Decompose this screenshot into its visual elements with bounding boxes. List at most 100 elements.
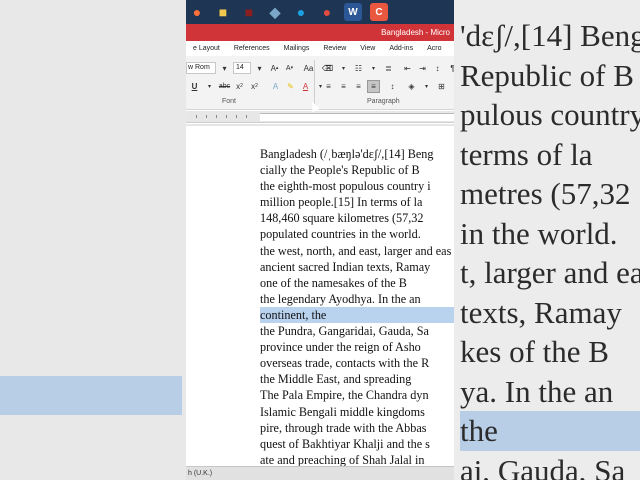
bg-left-line — [0, 178, 182, 218]
increase-indent-icon[interactable]: ⇥ — [416, 62, 429, 75]
bullets-icon[interactable]: ☰ — [322, 62, 335, 75]
chrome-icon[interactable]: ● — [318, 3, 336, 21]
ribbon-separator — [314, 60, 315, 104]
underline-icon[interactable]: U — [188, 80, 201, 93]
tab-e-layout[interactable]: e Layout — [186, 45, 227, 52]
firefox-icon[interactable]: ● — [188, 3, 206, 21]
shading-dropdown-icon[interactable]: ▾ — [420, 80, 433, 93]
shading-icon[interactable]: ◈ — [405, 80, 418, 93]
document-line[interactable]: the west, north, and east, larger and ea… — [260, 243, 454, 259]
document-body[interactable]: Bangladesh (/ˌbæŋlə'dɛʃ/,[14] Beng cially… — [260, 146, 454, 466]
font-row-2: U ▾ abc x2 x2 A ✎ A ▾ — [186, 78, 327, 94]
language-status[interactable]: h (U.K.) — [188, 470, 212, 477]
font-name-dropdown-icon[interactable]: ▾ — [218, 62, 231, 75]
bullets-dropdown-icon[interactable]: ▾ — [337, 62, 350, 75]
sort-icon[interactable]: ↕ — [431, 62, 444, 75]
ruler-tick — [216, 115, 217, 118]
paragraph-row-2: ≡ ≡ ≡ ≡ ↕ ◈ ▾ ⊞ ▾ — [320, 78, 454, 94]
decrease-indent-icon[interactable]: ⇤ — [401, 62, 414, 75]
document-line[interactable]: province under the reign of Asho — [260, 339, 454, 355]
grow-font-icon[interactable]: A ▴ — [268, 62, 281, 75]
ribbon-tabs: e Layout References Mailings Review View Add-… — [186, 41, 454, 56]
tab-view[interactable]: View — [353, 45, 382, 52]
justify-icon[interactable]: ≡ — [367, 79, 380, 93]
ruler-text-area — [260, 113, 454, 121]
numbering-dropdown-icon[interactable]: ▾ — [367, 62, 380, 75]
strikethrough-icon[interactable]: abc — [218, 80, 231, 93]
taskbar: ● ■ ■ ◆ ● ● W C — [186, 0, 454, 24]
bg-left-line — [0, 218, 182, 258]
ruler-tick — [206, 115, 207, 118]
tab-add-ins[interactable]: Add-ins — [382, 45, 420, 52]
document-line[interactable]: the Middle East, and spreading — [260, 371, 454, 387]
pilcrow-icon[interactable]: ¶ — [446, 62, 454, 75]
font-size-dropdown-icon[interactable]: ▾ — [253, 62, 266, 75]
status-bar: h (U.K.) — [186, 466, 454, 480]
document-line[interactable]: ancient sacred Indian texts, Ramay — [260, 259, 454, 275]
subscript-icon[interactable]: x2 — [233, 80, 246, 93]
borders-dropdown-icon[interactable]: ▾ — [450, 80, 454, 93]
ruler-tick — [226, 115, 227, 118]
app-icon[interactable]: ■ — [240, 3, 258, 21]
align-right-icon[interactable]: ≡ — [352, 80, 365, 93]
background-document-right: 'dɛʃ/,[14] Beng Republic of B pulous count… — [454, 0, 640, 480]
edge-icon[interactable]: ● — [292, 3, 310, 21]
numbering-icon[interactable]: ☷ — [352, 62, 365, 75]
document-line[interactable]: The Pala Empire, the Chandra dyn — [260, 387, 454, 403]
bg-right-line: 'dɛʃ/,[14] Beng — [460, 18, 640, 53]
shrink-font-icon[interactable]: A ▾ — [283, 62, 296, 75]
tab-review[interactable]: Review — [316, 45, 353, 52]
document-line[interactable]: 148,460 square kilometres (57,32 — [260, 210, 454, 226]
office-icon[interactable]: C — [370, 3, 388, 21]
document-line[interactable]: quest of Bakhtiyar Khalji and the s — [260, 436, 454, 452]
bg-left-line — [0, 60, 182, 100]
document-line[interactable]: million people.[15] In terms of la — [260, 194, 454, 210]
borders-icon[interactable]: ⊞ — [435, 80, 448, 93]
font-size-box[interactable]: 14 — [233, 62, 251, 74]
font-row-1: w Rom ▾ 14 ▾ A ▴ A ▾ Aa ⌫ — [186, 60, 334, 76]
bg-left-line — [0, 99, 182, 139]
document-line[interactable]: pire, through trade with the Abbas — [260, 420, 454, 436]
superscript-icon[interactable]: x2 — [248, 80, 261, 93]
bg-right-line: Republic of B — [460, 57, 634, 93]
document-line-selected[interactable]: continent, the — [260, 306, 454, 324]
document-line[interactable]: populated countries in the world. — [260, 226, 454, 242]
font-name-box[interactable]: w Rom — [186, 62, 216, 74]
document-line[interactable]: overseas trade, contacts with the R — [260, 355, 454, 371]
paragraph-group-label: Paragraph — [367, 98, 400, 105]
app-icon-2[interactable]: ◆ — [266, 3, 284, 21]
bg-left-line — [0, 257, 182, 297]
tab-references[interactable]: References — [227, 45, 277, 52]
align-center-icon[interactable]: ≡ — [337, 80, 350, 93]
bg-right-line: metres (57,32 — [460, 176, 631, 211]
ribbon: w Rom ▾ 14 ▾ A ▴ A ▾ Aa ⌫ U ▾ abc x2 x2 A … — [186, 56, 454, 110]
highlight-icon[interactable]: ✎ — [284, 80, 297, 93]
bg-right-line: t, larger and eas — [460, 255, 640, 290]
document-line[interactable]: Bangladesh (/ˌbæŋlə'dɛʃ/,[14] Beng — [260, 146, 454, 162]
bg-left-line — [0, 297, 182, 337]
tab-mailings[interactable]: Mailings — [277, 45, 317, 52]
bg-left-line — [0, 139, 182, 179]
align-left-icon[interactable]: ≡ — [322, 80, 335, 93]
ruler-tick — [236, 115, 237, 118]
line-spacing-icon[interactable]: ↕ — [386, 80, 399, 93]
bg-left-line — [0, 20, 182, 60]
document-line[interactable]: cially the People's Republic of B — [260, 162, 454, 178]
tab-acro[interactable]: Acro — [420, 45, 448, 52]
bg-right-line: in the world. — [460, 215, 618, 251]
document-line[interactable]: the legendary Ayodhya. In the an — [260, 291, 454, 307]
text-effects-icon[interactable]: A — [269, 80, 282, 93]
underline-dropdown-icon[interactable]: ▾ — [203, 80, 216, 93]
document-page[interactable]: Bangladesh (/ˌbæŋlə'dɛʃ/,[14] Beng cially… — [186, 126, 454, 466]
font-color-icon[interactable]: A — [299, 80, 312, 93]
document-line[interactable]: one of the namesakes of the B — [260, 275, 454, 291]
document-line[interactable]: the eighth-most populous country i — [260, 178, 454, 194]
word-icon[interactable]: W — [344, 3, 362, 21]
bg-right-line: ai, Gauda, Sa — [460, 452, 626, 480]
document-line[interactable]: ate and preaching of Shah Jalal in — [260, 452, 454, 466]
document-line[interactable]: Islamic Bengali middle kingdoms — [260, 404, 454, 420]
horizontal-ruler[interactable] — [186, 111, 454, 123]
file-explorer-icon[interactable]: ■ — [214, 3, 232, 21]
document-line[interactable]: the Pundra, Gangaridai, Gauda, Sa — [260, 323, 454, 339]
multilevel-list-icon[interactable]: ≣ — [382, 62, 395, 75]
